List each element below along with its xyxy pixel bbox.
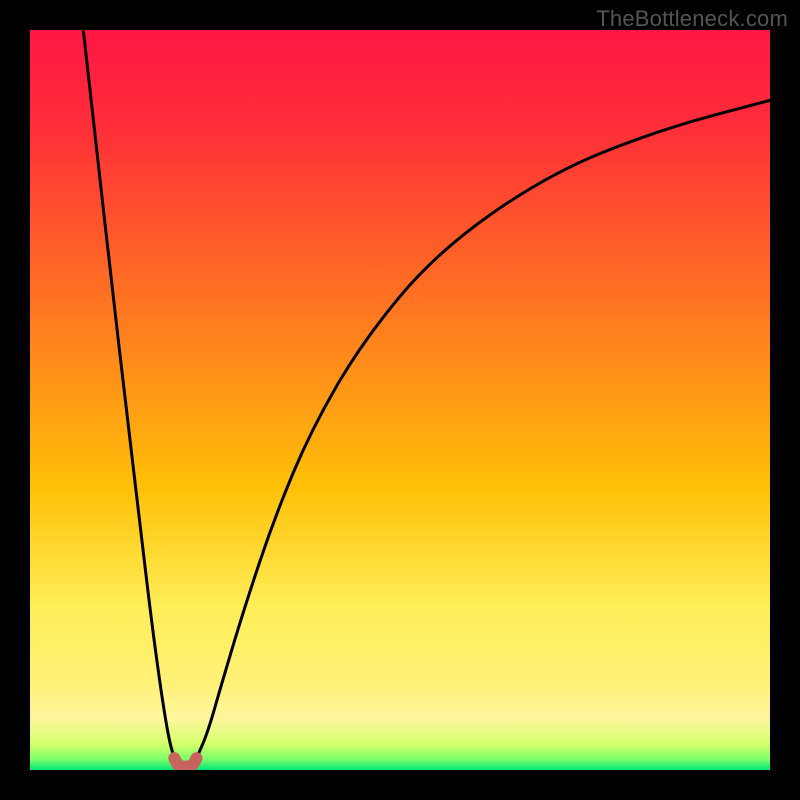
plot-area — [30, 30, 770, 770]
right-branch-curve — [197, 100, 771, 758]
valley-marker — [174, 758, 196, 767]
curve-layer — [30, 30, 770, 770]
left-branch-curve — [83, 30, 174, 758]
watermark-text: TheBottleneck.com — [596, 6, 788, 32]
chart-frame: TheBottleneck.com — [0, 0, 800, 800]
